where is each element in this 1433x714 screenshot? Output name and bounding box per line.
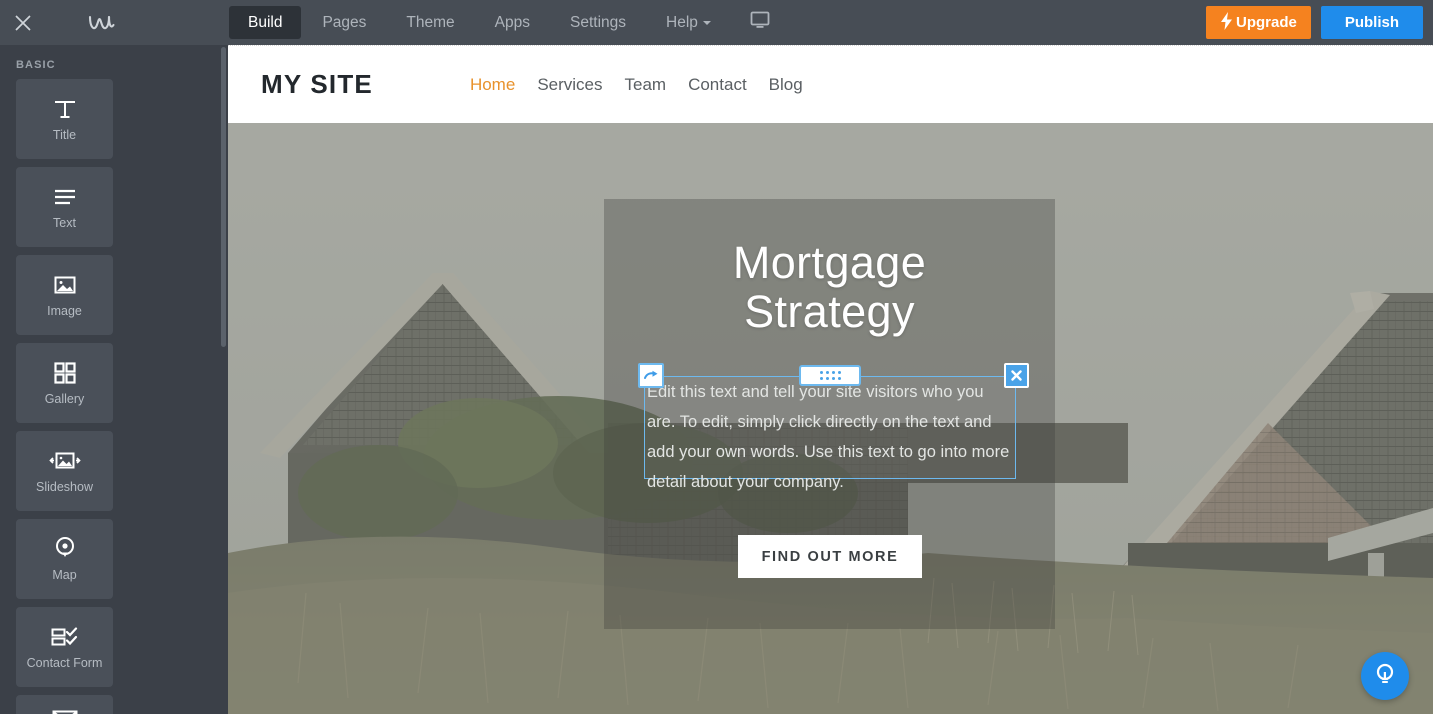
tile-label: Contact Form (26, 656, 103, 670)
hero-section: Mortgage Strategy Edit this text and tel… (228, 123, 1433, 714)
lightbulb-icon (1374, 661, 1396, 692)
hero-title-line-2: Strategy (744, 286, 915, 337)
tile-label: Slideshow (36, 480, 93, 494)
tile-label: Image (47, 304, 82, 318)
tile-map[interactable]: Map (16, 519, 113, 599)
sidebar-scrollbar[interactable] (221, 47, 226, 347)
site-nav-team[interactable]: Team (625, 75, 667, 95)
tile-slideshow[interactable]: Slideshow (16, 431, 113, 511)
close-icon[interactable] (0, 0, 45, 45)
hero-title[interactable]: Mortgage Strategy (604, 238, 1055, 336)
hero-body-text: Edit this text and tell your site visito… (647, 383, 1010, 491)
drag-dots (819, 371, 841, 380)
tile-label: Map (52, 568, 77, 582)
map-pin-icon (53, 536, 77, 562)
text-lines-icon (52, 184, 78, 210)
chevron-down-icon (702, 20, 711, 25)
tile-newsletter-form[interactable]: Newsletter Form (16, 695, 113, 714)
hero-content: Mortgage Strategy Edit this text and tel… (228, 123, 1433, 714)
tile-gallery[interactable]: Gallery (16, 343, 113, 423)
gallery-grid-icon (53, 360, 77, 386)
topnav-items: Build Pages Theme Apps Settings Help (228, 0, 790, 45)
tab-help[interactable]: Help (647, 6, 730, 39)
weebly-logo[interactable] (88, 13, 116, 33)
tab-pages[interactable]: Pages (303, 6, 385, 39)
section-label-basic: BASIC (16, 59, 56, 71)
drag-dots-icon[interactable] (799, 365, 861, 386)
tile-contact-form[interactable]: Contact Form (16, 607, 113, 687)
tile-image[interactable]: Image (16, 255, 113, 335)
tab-build[interactable]: Build (229, 6, 302, 39)
title-icon (52, 96, 78, 122)
device-preview-selector[interactable] (735, 10, 790, 35)
publish-button[interactable]: Publish (1320, 6, 1423, 39)
site-nav-services[interactable]: Services (537, 75, 602, 95)
find-out-more-button[interactable]: FIND OUT MORE (738, 535, 922, 578)
contact-form-icon (50, 624, 80, 650)
tile-title[interactable]: Title (16, 79, 113, 159)
tile-label: Title (52, 128, 77, 142)
site-nav-contact[interactable]: Contact (688, 75, 747, 95)
site-canvas: MY SITE Home Services Team Contact Blog (228, 45, 1433, 714)
tab-settings[interactable]: Settings (551, 6, 645, 39)
upgrade-button-label: Upgrade (1235, 14, 1297, 31)
topnav-actions: Upgrade Publish (1205, 0, 1423, 45)
editor-main: Build Pages Theme Apps Settings Help Upg… (228, 0, 1433, 714)
tab-apps[interactable]: Apps (476, 6, 549, 39)
lightning-bolt-icon (1220, 11, 1233, 34)
sidebar-header (0, 0, 228, 45)
site-nav-home[interactable]: Home (470, 75, 515, 95)
element-sidebar: BASIC Title Text Image Gallery Slideshow… (0, 0, 228, 714)
close-x-icon[interactable] (1004, 363, 1029, 388)
hero-text-element-selected[interactable]: Edit this text and tell your site visito… (638, 363, 1029, 491)
monitor-icon (749, 10, 771, 35)
hero-title-line-1: Mortgage (732, 237, 927, 288)
site-nav-blog[interactable]: Blog (769, 75, 803, 95)
weebly-editor: BASIC Title Text Image Gallery Slideshow… (0, 0, 1433, 714)
image-icon (52, 272, 78, 298)
tab-help-label: Help (666, 13, 698, 31)
sidebar-scroll-area[interactable]: BASIC Title Text Image Gallery Slideshow… (0, 45, 228, 714)
slideshow-icon (48, 448, 81, 474)
upgrade-button[interactable]: Upgrade (1205, 6, 1311, 39)
tile-text[interactable]: Text (16, 167, 113, 247)
envelope-icon (51, 705, 79, 714)
tile-label: Gallery (44, 392, 85, 406)
editor-topnav: Build Pages Theme Apps Settings Help Upg… (228, 0, 1433, 45)
tab-theme[interactable]: Theme (387, 6, 473, 39)
site-logo[interactable]: MY SITE (261, 69, 373, 100)
help-button[interactable] (1361, 652, 1409, 700)
site-nav: Home Services Team Contact Blog (470, 75, 803, 95)
tile-grid-basic: Title Text Image Gallery Slideshow Map C… (8, 79, 212, 714)
move-arrow-icon[interactable] (638, 363, 664, 388)
site-header: MY SITE Home Services Team Contact Blog (228, 45, 1433, 123)
tile-label: Text (53, 216, 76, 230)
